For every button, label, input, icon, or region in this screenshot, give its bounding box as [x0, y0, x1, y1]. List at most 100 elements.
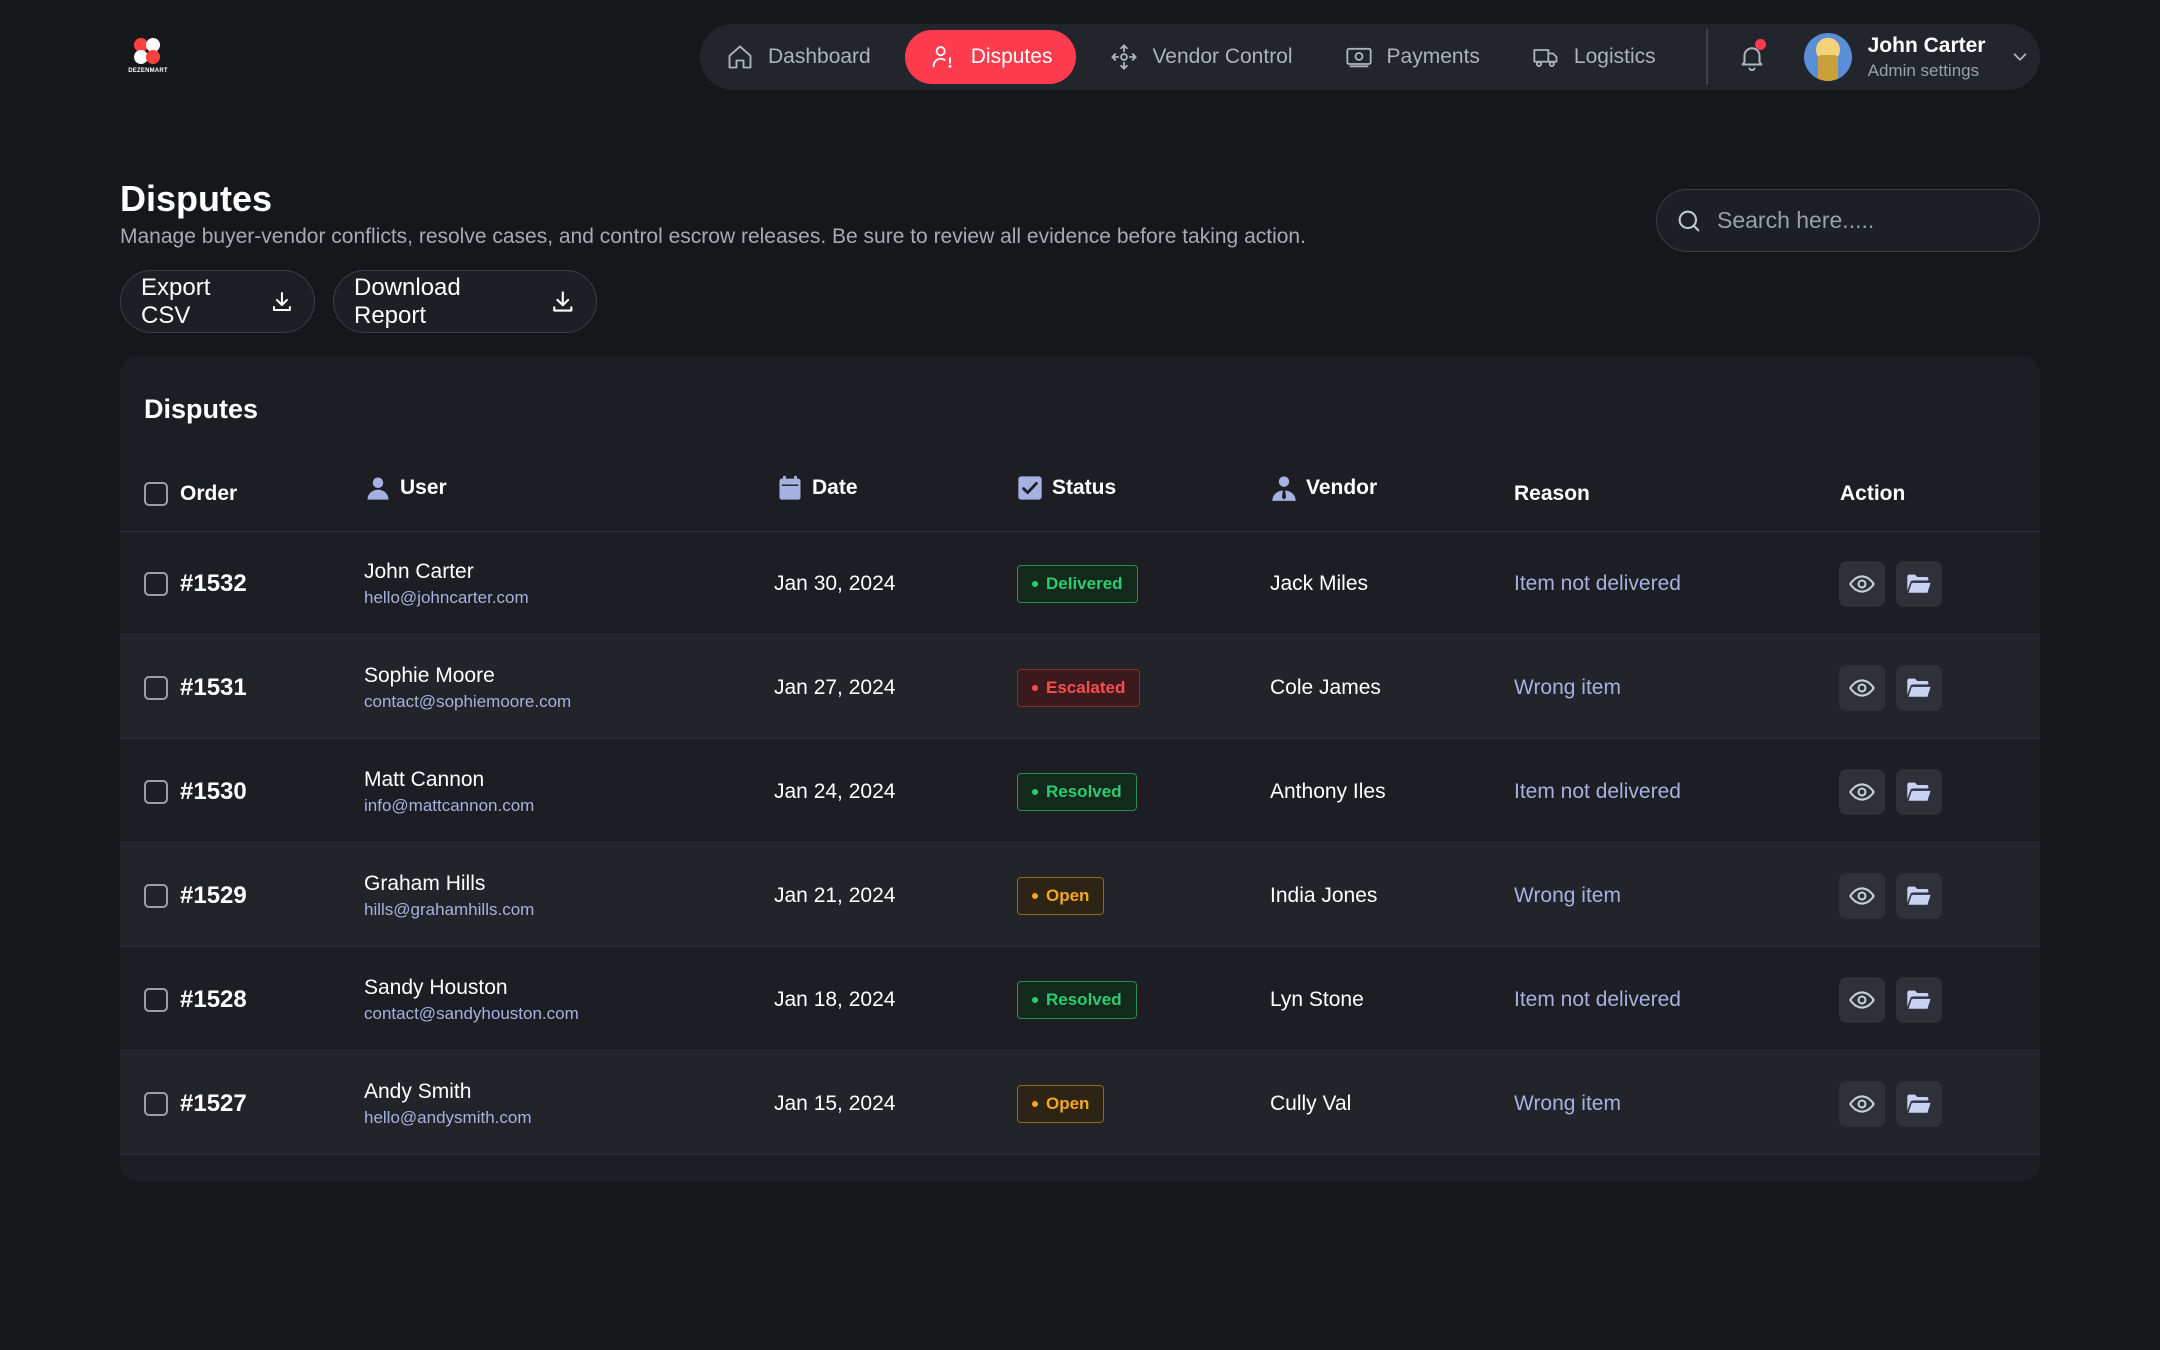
disputes-card: Disputes Order User Date Status Vendor R… — [120, 356, 2040, 1182]
open-folder-button[interactable] — [1896, 768, 1942, 815]
nav-item-dashboard[interactable]: Dashboard — [726, 30, 897, 84]
user-cell: John Carter hello@johncarter.com — [364, 532, 529, 635]
nav-item-payments[interactable]: Payments — [1319, 30, 1506, 84]
user-icon — [367, 477, 389, 500]
open-folder-button[interactable] — [1896, 664, 1942, 711]
column-header-user: User — [364, 450, 447, 526]
open-folder-button[interactable] — [1896, 872, 1942, 919]
eye-icon — [1849, 574, 1875, 593]
user-email[interactable]: contact@sandyhouston.com — [364, 1004, 579, 1024]
search-box — [1656, 189, 2040, 252]
status-label: Delivered — [1046, 573, 1123, 593]
export-csv-label: Export CSV — [141, 273, 211, 329]
search-input[interactable] — [1717, 207, 2017, 234]
status-label: Resolved — [1046, 989, 1122, 1009]
status-dot — [1032, 684, 1038, 691]
table-row[interactable]: #1527 Andy Smith hello@andysmith.com Jan… — [120, 1052, 2040, 1155]
user-cell: Andy Smith hello@andysmith.com — [364, 1052, 532, 1155]
nav-item-logistics[interactable]: Logistics — [1506, 30, 1682, 84]
view-button[interactable] — [1839, 976, 1885, 1023]
action-cell — [1839, 740, 1953, 843]
user-email[interactable]: hills@grahamhills.com — [364, 900, 534, 920]
column-header-status: Status — [1016, 450, 1116, 526]
user-email[interactable]: hello@johncarter.com — [364, 588, 529, 608]
action-cell — [1839, 948, 1953, 1051]
notification-button[interactable] — [1732, 37, 1772, 77]
user-name: Sandy Houston — [364, 975, 508, 999]
status-badge: Resolved — [1017, 980, 1137, 1019]
date-cell: Jan 27, 2024 — [774, 675, 896, 699]
nav-item-vendor-control[interactable]: Vendor Control — [1084, 30, 1318, 84]
reason-cell[interactable]: Wrong item — [1514, 636, 1621, 739]
column-header-order: Order — [144, 456, 237, 532]
view-button[interactable] — [1839, 872, 1885, 919]
vendor-cell: Anthony Iles — [1270, 779, 1386, 803]
logo-text: DEZENMART — [128, 68, 168, 74]
eye-icon — [1849, 678, 1875, 697]
open-folder-button[interactable] — [1896, 560, 1942, 607]
status-cell: Resolved — [1017, 948, 1137, 1051]
reason-cell[interactable]: Wrong item — [1514, 1052, 1621, 1155]
export-csv-button[interactable]: Export CSV — [120, 270, 315, 333]
reason-cell[interactable]: Item not delivered — [1514, 532, 1681, 635]
vendor-cell: India Jones — [1270, 883, 1378, 907]
brand-logo[interactable]: DEZENMART — [124, 36, 172, 78]
user-name: John Carter — [1867, 34, 1986, 58]
move-arrows-icon — [1111, 44, 1138, 70]
chevron-down-icon[interactable] — [2009, 46, 2031, 68]
table-row[interactable]: #1528 Sandy Houston contact@sandyhouston… — [120, 948, 2040, 1051]
view-button[interactable] — [1839, 560, 1885, 607]
nav-item-disputes[interactable]: Disputes — [904, 30, 1077, 84]
table-row[interactable]: #1531 Sophie Moore contact@sophiemoore.c… — [120, 636, 2040, 739]
vendor-icon — [1272, 476, 1296, 501]
folder-open-icon — [1907, 1094, 1931, 1113]
user-name: John Carter — [364, 559, 474, 583]
status-dot — [1032, 1100, 1038, 1107]
view-button[interactable] — [1839, 664, 1885, 711]
reason-cell[interactable]: Wrong item — [1514, 844, 1621, 947]
table-row[interactable]: #1532 John Carter hello@johncarter.com J… — [120, 532, 2040, 635]
user-email[interactable]: info@mattcannon.com — [364, 796, 534, 816]
user-email[interactable]: hello@andysmith.com — [364, 1108, 532, 1128]
eye-icon — [1849, 782, 1875, 801]
select-all-checkbox[interactable] — [144, 482, 168, 506]
nav-label: Logistics — [1573, 45, 1656, 68]
folder-open-icon — [1907, 782, 1931, 801]
download-report-button[interactable]: Download Report — [333, 270, 597, 333]
reason-cell[interactable]: Item not delivered — [1514, 948, 1681, 1051]
order-cell: #1532 — [144, 532, 247, 635]
row-checkbox[interactable] — [144, 1091, 168, 1116]
row-checkbox[interactable] — [144, 883, 168, 908]
folder-open-icon — [1907, 886, 1931, 905]
open-folder-button[interactable] — [1896, 976, 1942, 1023]
view-button[interactable] — [1839, 768, 1885, 815]
status-cell: Escalated — [1017, 636, 1141, 739]
status-dot — [1032, 892, 1038, 899]
page-title: Disputes — [120, 178, 273, 219]
checkbox-checked-icon — [1018, 476, 1042, 500]
row-checkbox[interactable] — [144, 571, 168, 596]
order-id: #1531 — [180, 673, 247, 701]
table-row[interactable]: #1530 Matt Cannon info@mattcannon.com Ja… — [120, 740, 2040, 843]
table-row[interactable]: #1529 Graham Hills hills@grahamhills.com… — [120, 844, 2040, 947]
status-label: Open — [1046, 885, 1090, 905]
column-header-vendor: Vendor — [1270, 450, 1377, 526]
user-menu[interactable]: John Carter Admin settings — [1868, 33, 1986, 81]
order-cell: #1530 — [144, 740, 247, 843]
truck-icon — [1533, 49, 1558, 68]
avatar[interactable] — [1803, 33, 1852, 81]
nav-label: Payments — [1386, 45, 1480, 68]
download-icon — [273, 291, 292, 311]
page-description: Manage buyer-vendor conflicts, resolve c… — [120, 225, 1306, 248]
open-folder-button[interactable] — [1896, 1080, 1942, 1127]
status-label: Escalated — [1046, 677, 1126, 697]
view-button[interactable] — [1839, 1080, 1885, 1127]
row-checkbox[interactable] — [144, 675, 168, 700]
status-badge: Escalated — [1017, 668, 1141, 707]
user-email[interactable]: contact@sophiemoore.com — [364, 692, 571, 712]
date-cell: Jan 24, 2024 — [774, 779, 896, 803]
reason-cell[interactable]: Item not delivered — [1514, 740, 1681, 843]
row-checkbox[interactable] — [144, 987, 168, 1012]
user-name: Graham Hills — [364, 871, 486, 895]
row-checkbox[interactable] — [144, 779, 168, 804]
